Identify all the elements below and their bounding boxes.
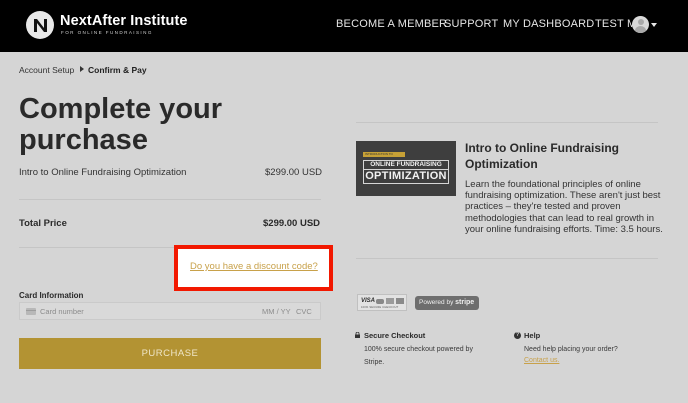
breadcrumb-arrow-icon [80, 66, 84, 72]
powered-by-stripe-badge: Powered by stripe [415, 296, 479, 310]
course-title: Intro to Online Fundraising Optimization [465, 141, 619, 171]
page-title: Complete your purchase [19, 93, 223, 156]
brand-name[interactable]: NextAfter Institute [60, 13, 188, 29]
top-navigation-bar: NextAfter Institute FOR ONLINE FUNDRAISI… [0, 0, 688, 52]
user-avatar-icon[interactable] [632, 16, 649, 33]
line-item-price: $299.00 USD [265, 167, 323, 178]
total-price: $299.00 USD [263, 218, 321, 229]
line-item-name: Intro to Online Fundraising Optimization [19, 167, 187, 178]
lock-icon [355, 332, 360, 338]
mastercard-icon [376, 299, 384, 304]
credit-card-icon [26, 308, 36, 315]
divider [19, 199, 321, 200]
discover-icon [396, 298, 404, 304]
nav-user-name[interactable]: TEST M [595, 18, 636, 30]
brand-tagline: FOR ONLINE FUNDRAISING [61, 30, 153, 35]
secure-checkout-title: Secure Checkout [364, 331, 426, 340]
question-circle-icon: ? [514, 332, 521, 339]
contact-us-link[interactable]: Contact us. [524, 357, 559, 364]
breadcrumb-account-setup[interactable]: Account Setup [19, 65, 74, 75]
course-thumbnail-line2: OPTIMIZATION [363, 170, 449, 184]
nav-my-dashboard[interactable]: MY DASHBOARD [503, 18, 594, 30]
nav-become-member[interactable]: BECOME A MEMBER [336, 18, 447, 30]
divider [356, 258, 658, 259]
card-number-input[interactable]: Card number MM / YY CVC [19, 302, 321, 320]
purchase-button[interactable]: PURCHASE [19, 338, 321, 369]
course-thumbnail-line1: ONLINE FUNDRAISING [363, 160, 449, 170]
discount-code-link[interactable]: Do you have a discount code? [190, 261, 318, 272]
course-thumbnail: INTRODUCTION TO ONLINE FUNDRAISING OPTIM… [356, 141, 456, 196]
nav-support[interactable]: SUPPORT [444, 18, 498, 30]
n-logo-icon[interactable] [26, 11, 54, 39]
secure-checkout-text: 100% secure checkout powered by Stripe. [364, 346, 473, 366]
amex-icon [386, 298, 394, 304]
course-thumbnail-tag: INTRODUCTION TO [363, 152, 405, 157]
breadcrumb-confirm-pay: Confirm & Pay [88, 65, 147, 75]
card-number-placeholder: Card number [40, 307, 84, 316]
help-text: Need help placing your order? [524, 346, 618, 353]
card-expiry-placeholder[interactable]: MM / YY [262, 307, 291, 316]
course-description: Learn the foundational principles of onl… [465, 179, 663, 235]
chevron-down-icon[interactable] [651, 23, 657, 27]
divider [356, 122, 658, 123]
total-label: Total Price [19, 218, 67, 229]
payment-cards-badge: VISA 100% SECURE CHECKOUT [357, 294, 407, 311]
card-information-label: Card Information [19, 291, 84, 300]
card-cvc-placeholder[interactable]: CVC [296, 307, 312, 316]
help-title: Help [524, 331, 541, 340]
